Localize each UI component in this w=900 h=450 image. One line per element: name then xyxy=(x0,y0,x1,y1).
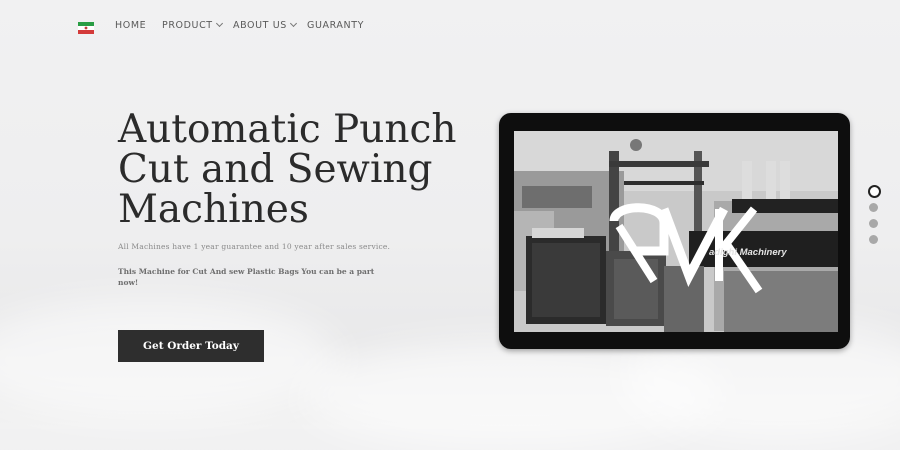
slide-dot-4[interactable] xyxy=(869,235,878,244)
top-navigation: HOME PRODUCT ABOUT US GUARANTY xyxy=(0,0,900,54)
nav-item-guaranty[interactable]: GUARANTY xyxy=(307,20,364,31)
hero-subtitle: All Machines have 1 year guarantee and 1… xyxy=(118,242,391,251)
machine-illustration: adighi Machinery xyxy=(514,131,838,332)
nav-item-label: ABOUT US xyxy=(233,20,287,31)
slider-pagination xyxy=(868,185,881,251)
hero-title-line: Machines xyxy=(118,187,309,232)
chevron-down-icon xyxy=(215,19,223,28)
hero-title-line: Cut and Sewing xyxy=(118,147,433,192)
brand-text: adighi Machinery xyxy=(709,247,787,258)
slide-dot-2[interactable] xyxy=(869,203,878,212)
nav-item-product[interactable]: PRODUCT xyxy=(162,19,223,31)
nav-item-home[interactable]: HOME xyxy=(115,20,146,31)
hero-title: Automatic Punch Cut and Sewing Machines xyxy=(118,110,478,230)
get-order-button[interactable]: Get Order Today xyxy=(118,330,264,362)
chevron-down-icon xyxy=(289,19,297,28)
nav-item-label: GUARANTY xyxy=(307,20,365,31)
tablet-frame: adighi Machinery xyxy=(499,113,850,349)
hero-description: This Machine for Cut And sew Plastic Bag… xyxy=(118,267,375,287)
slide-dot-1[interactable] xyxy=(868,185,881,198)
slide-dot-3[interactable] xyxy=(869,219,878,228)
nav-item-label: HOME xyxy=(115,20,147,31)
nav-item-about-us[interactable]: ABOUT US xyxy=(233,19,297,31)
hero-title-line: Automatic Punch xyxy=(118,107,457,152)
nav-item-label: PRODUCT xyxy=(162,20,213,31)
iran-flag-icon[interactable] xyxy=(78,22,94,34)
slide-image: adighi Machinery xyxy=(514,131,838,332)
